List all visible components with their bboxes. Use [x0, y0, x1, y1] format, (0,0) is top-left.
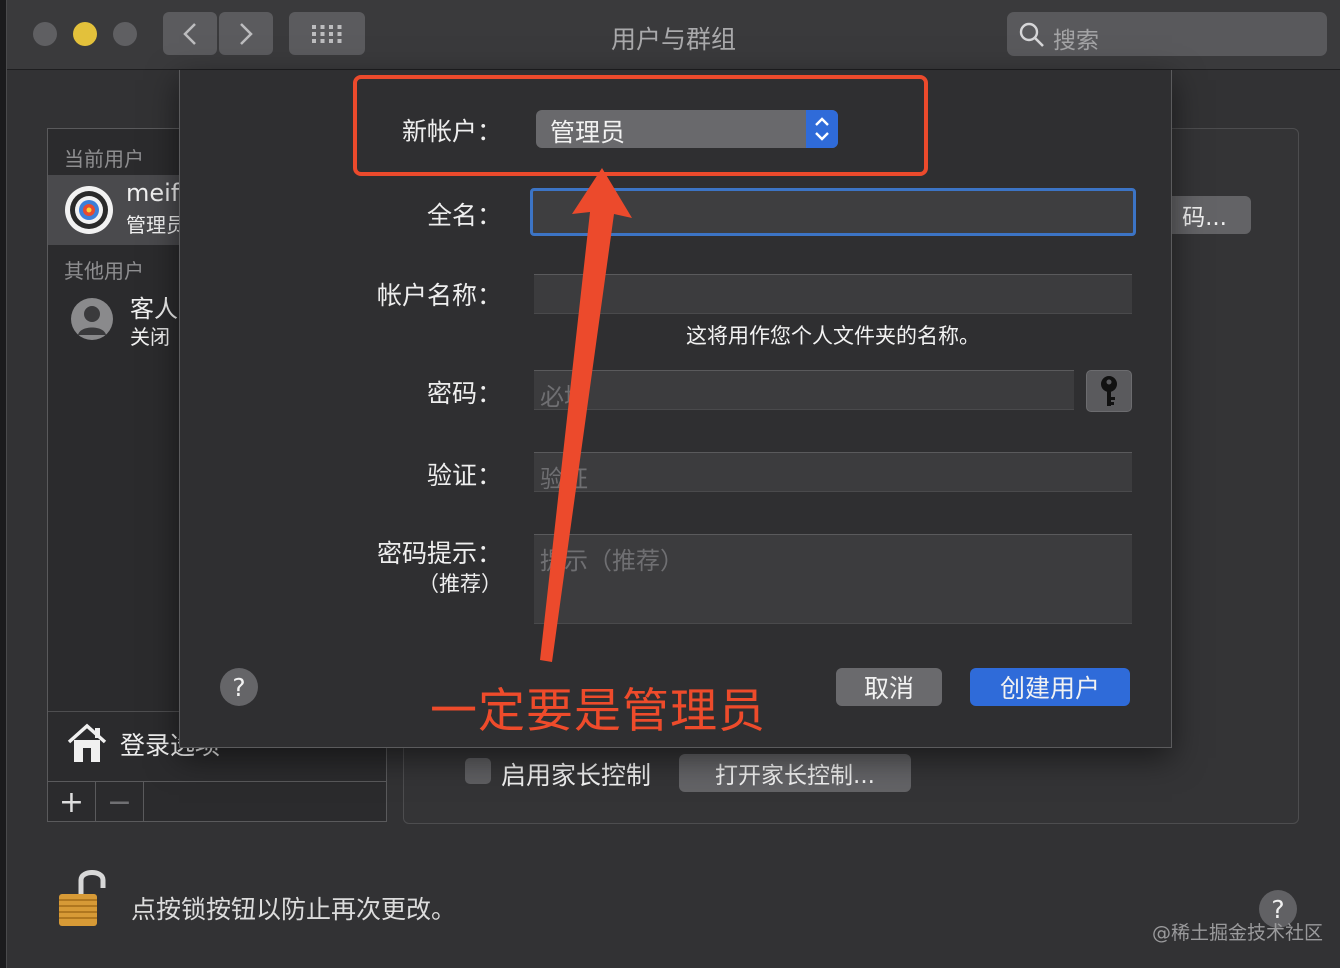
- annotation-text: 一定要是管理员: [430, 684, 766, 739]
- watermark: @稀土掘金技术社区: [1152, 922, 1324, 944]
- annotation-arrow-icon: [540, 168, 632, 662]
